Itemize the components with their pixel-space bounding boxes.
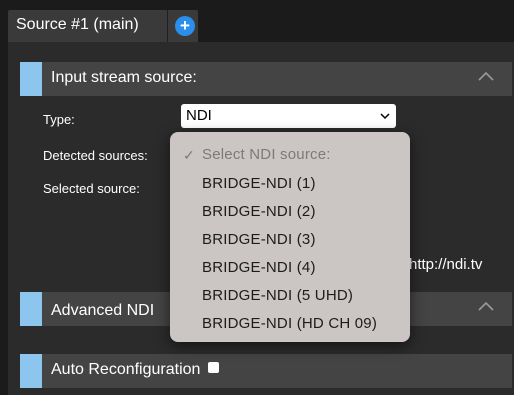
tab-source-main[interactable]: Source #1 (main) + — [8, 10, 198, 42]
auto-reconfiguration-label: Auto Reconfiguration — [51, 361, 201, 378]
chevron-up-icon[interactable] — [478, 301, 494, 311]
section-accent — [20, 354, 42, 388]
menu-item-bridge-ndi-1[interactable]: BRIDGE-NDI (1) — [202, 175, 316, 192]
selected-source-label: Selected source: — [43, 181, 140, 196]
section-accent — [20, 292, 42, 326]
type-select[interactable]: NDI — [181, 104, 396, 128]
checkmark-icon: ✓ — [183, 147, 195, 163]
ndi-link[interactable]: http://ndi.tv — [409, 256, 482, 273]
menu-item-bridge-ndi-3[interactable]: BRIDGE-NDI (3) — [202, 231, 316, 248]
type-label: Type: — [43, 112, 75, 127]
menu-placeholder: Select NDI source: — [202, 146, 331, 163]
app-root: Source #1 (main) + Input stream source: … — [0, 0, 514, 395]
section-accent — [20, 62, 42, 96]
ndi-source-dropdown-menu: ✓ Select NDI source: BRIDGE-NDI (1) BRID… — [170, 132, 410, 342]
section-title: Input stream source: — [51, 69, 197, 86]
menu-item-bridge-ndi-4[interactable]: BRIDGE-NDI (4) — [202, 259, 316, 276]
detected-sources-label: Detected sources: — [43, 148, 148, 163]
menu-item-bridge-ndi-2[interactable]: BRIDGE-NDI (2) — [202, 203, 316, 220]
menu-item-bridge-ndi-5-uhd[interactable]: BRIDGE-NDI (5 UHD) — [202, 287, 353, 304]
section-title: Advanced NDI — [51, 302, 155, 319]
type-select-value: NDI — [186, 107, 212, 124]
tab-label: Source #1 (main) — [16, 16, 139, 33]
menu-item-bridge-ndi-hd-ch-09[interactable]: BRIDGE-NDI (HD CH 09) — [202, 315, 377, 332]
auto-reconfiguration-checkbox[interactable] — [208, 362, 220, 374]
chevron-up-icon[interactable] — [478, 71, 494, 81]
tab-bar: Source #1 (main) + — [0, 10, 514, 42]
section-title: Auto Reconfiguration — [51, 361, 220, 379]
tab-divider — [167, 10, 168, 42]
chevron-down-icon — [380, 113, 390, 120]
auto-reconfiguration-section-header: Auto Reconfiguration — [20, 354, 512, 388]
input-stream-section-header[interactable]: Input stream source: — [20, 62, 512, 96]
plus-circle-icon[interactable]: + — [175, 16, 195, 36]
